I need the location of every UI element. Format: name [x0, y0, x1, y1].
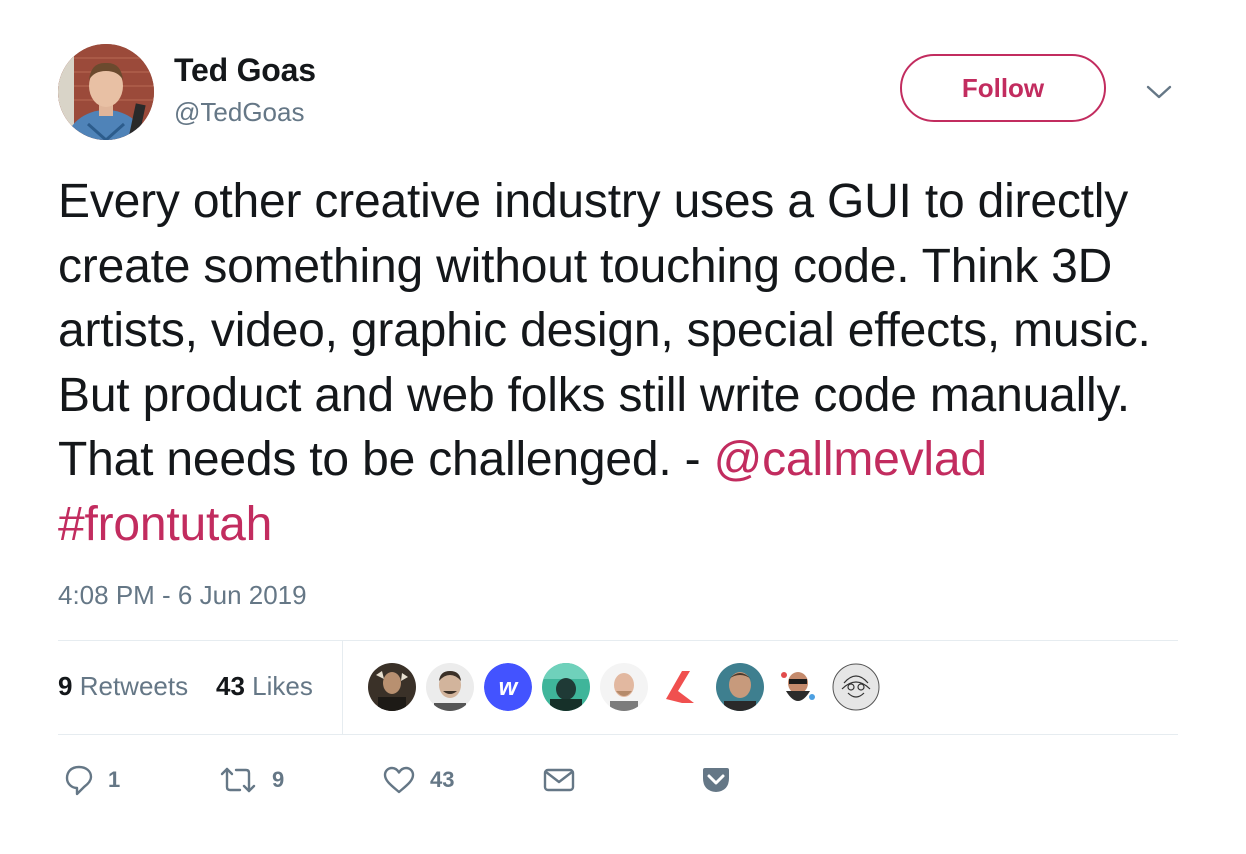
tweet-actions: 1 9 43: [58, 760, 758, 804]
pocket-icon: [703, 768, 729, 792]
reply-button[interactable]: 1: [64, 760, 120, 800]
liker-avatar[interactable]: [658, 663, 706, 711]
heart-icon: [383, 766, 415, 794]
liker-avatar[interactable]: [542, 663, 590, 711]
tweet-header: Ted Goas @TedGoas Follow: [58, 44, 1188, 144]
author-handle[interactable]: @TedGoas: [174, 97, 304, 128]
retweet-icon: [220, 767, 256, 793]
liker-avatar[interactable]: [774, 663, 822, 711]
divider-bottom: [58, 734, 1178, 735]
retweets-stat[interactable]: 9 Retweets: [58, 671, 188, 702]
reply-icon: [65, 765, 93, 796]
likes-count: 43: [216, 671, 245, 701]
likes-stat[interactable]: 43 Likes: [216, 671, 313, 702]
stats-separator: [342, 641, 343, 734]
liker-avatar[interactable]: [600, 663, 648, 711]
author-avatar[interactable]: [58, 44, 154, 140]
retweet-count: 9: [272, 767, 285, 792]
chevron-down-icon[interactable]: [1144, 82, 1174, 102]
hashtag-link[interactable]: #frontutah: [58, 498, 272, 551]
like-button[interactable]: 43: [382, 760, 454, 800]
liker-avatar[interactable]: [426, 663, 474, 711]
tweet-stats: 9 Retweets 43 Likes w: [58, 641, 1178, 734]
tweet-timestamp[interactable]: 4:08 PM - 6 Jun 2019: [58, 580, 307, 611]
liker-avatar[interactable]: [832, 663, 880, 711]
reply-count: 1: [108, 767, 121, 792]
svg-text:w: w: [499, 674, 519, 701]
tweet-text: Every other creative industry uses a GUI…: [58, 170, 1193, 557]
author-name[interactable]: Ted Goas: [174, 52, 316, 89]
like-count: 43: [430, 767, 455, 792]
liker-avatar[interactable]: [716, 663, 764, 711]
direct-message-button[interactable]: [542, 760, 576, 800]
retweets-label: Retweets: [79, 671, 189, 701]
envelope-icon: [543, 768, 575, 792]
webflow-logo[interactable]: w: [484, 663, 532, 711]
retweets-count: 9: [58, 671, 73, 701]
likes-label: Likes: [252, 671, 313, 701]
mention-link[interactable]: @callmevlad: [714, 433, 987, 486]
retweet-button[interactable]: 9: [218, 760, 284, 800]
liker-avatar[interactable]: [368, 663, 416, 711]
pocket-button[interactable]: [700, 760, 732, 800]
follow-button[interactable]: Follow: [900, 54, 1106, 122]
